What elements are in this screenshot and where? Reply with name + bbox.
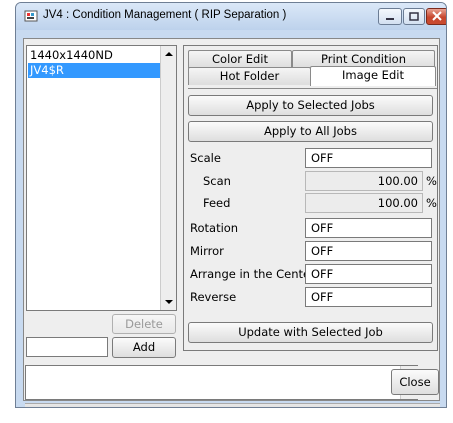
arrange-center-select[interactable]: OFF [305, 264, 432, 284]
reverse-label: Reverse [190, 290, 237, 304]
scan-percent-label: % [426, 174, 437, 188]
window-title: JV4 : Condition Management ( RIP Separat… [43, 9, 287, 21]
minimize-button[interactable] [378, 8, 402, 25]
list-item-selected[interactable]: JV4$R [28, 63, 160, 78]
scan-value: 100.00 [305, 171, 423, 191]
update-selected-job-button[interactable]: Update with Selected Job [188, 322, 433, 343]
scale-select[interactable]: OFF [305, 148, 432, 168]
settings-panel: Color Edit Print Condition Hot Folder Im… [183, 45, 438, 351]
title-bar[interactable]: JV4 : Condition Management ( RIP Separat… [16, 3, 446, 30]
rotation-select[interactable]: OFF [305, 218, 432, 238]
scan-label: Scan [203, 174, 231, 188]
minimize-icon [386, 18, 394, 20]
maximize-icon [409, 12, 419, 21]
arrange-center-label: Arrange in the Center [190, 267, 315, 281]
rotation-label: Rotation [190, 221, 239, 235]
maximize-button[interactable] [403, 8, 425, 25]
scroll-up-icon[interactable] [165, 52, 173, 56]
app-icon [24, 10, 38, 22]
add-button[interactable]: Add [112, 337, 176, 358]
dialog-window: JV4 : Condition Management ( RIP Separat… [15, 2, 447, 408]
mirror-label: Mirror [190, 244, 224, 258]
status-bar [25, 403, 440, 407]
list-scrollbar[interactable] [160, 46, 176, 310]
close-button[interactable]: Close [391, 369, 439, 395]
add-name-input[interactable] [26, 337, 108, 357]
screen: JV4 : Condition Management ( RIP Separat… [0, 0, 453, 423]
condition-list[interactable]: 1440x1440ND JV4$R [26, 45, 177, 311]
feed-label: Feed [203, 196, 231, 210]
close-icon [432, 11, 442, 21]
list-item[interactable]: 1440x1440ND [28, 48, 160, 63]
mirror-select[interactable]: OFF [305, 241, 432, 261]
apply-all-jobs-button[interactable]: Apply to All Jobs [188, 121, 433, 142]
delete-button[interactable]: Delete [112, 314, 176, 334]
tab-color-edit[interactable]: Color Edit [188, 50, 292, 68]
close-window-button[interactable] [426, 8, 446, 25]
tab-image-edit[interactable]: Image Edit [310, 66, 436, 86]
scroll-down-icon[interactable] [165, 300, 173, 304]
message-area[interactable] [25, 365, 418, 400]
scale-label: Scale [190, 151, 221, 165]
tab-hot-folder[interactable]: Hot Folder [188, 67, 311, 85]
feed-percent-label: % [426, 196, 437, 210]
image-edit-content: Apply to Selected Jobs Apply to All Jobs… [188, 88, 437, 350]
feed-value: 100.00 [305, 193, 423, 213]
reverse-select[interactable]: OFF [305, 287, 432, 307]
dialog-body: 1440x1440ND JV4$R Delete Add Color Edit … [23, 38, 440, 407]
apply-selected-jobs-button[interactable]: Apply to Selected Jobs [188, 95, 433, 116]
